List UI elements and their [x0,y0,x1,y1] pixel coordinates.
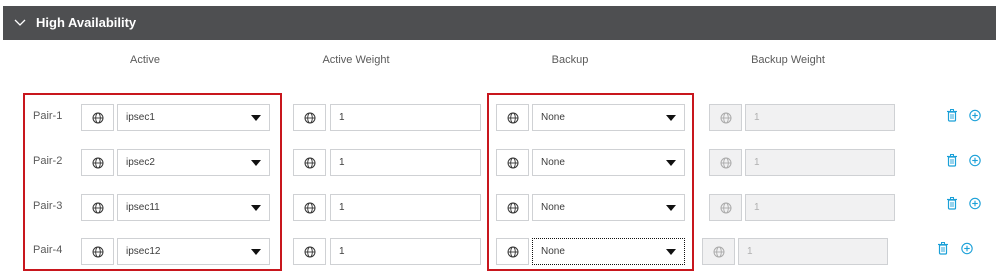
active-interface-select[interactable]: ipsec11 [117,194,270,221]
backup-weight-value: 1 [747,246,753,257]
dropdown-caret-icon [666,249,676,255]
pair-label: Pair-3 [33,200,63,212]
active-interface-value: ipsec12 [126,246,161,257]
backup-interface-value: None [541,246,565,257]
plus-circle-icon[interactable] [961,242,973,255]
backup-weight-value: 1 [754,112,760,123]
dropdown-caret-icon [251,249,261,255]
active-interface-select[interactable]: ipsec1 [117,104,270,131]
dropdown-caret-icon [666,205,676,211]
globe-icon [709,149,742,176]
column-header-active: Active [130,54,160,66]
backup-weight-input[interactable]: 1 [745,194,895,221]
plus-circle-icon[interactable] [969,109,981,122]
globe-icon [293,238,326,265]
trash-icon[interactable] [946,197,958,210]
column-header-backup-weight: Backup Weight [751,54,825,66]
dropdown-caret-icon [251,115,261,121]
active-weight-input[interactable]: 1 [330,104,481,131]
active-interface-value: ipsec11 [126,202,160,213]
globe-icon [293,104,326,131]
globe-icon [709,104,742,131]
backup-weight-input[interactable]: 1 [738,238,888,265]
dropdown-caret-icon [251,160,261,166]
backup-weight-input[interactable]: 1 [745,149,895,176]
backup-interface-select[interactable]: None [532,104,685,131]
globe-icon [496,104,529,131]
active-interface-select[interactable]: ipsec12 [117,238,270,265]
active-interface-value: ipsec1 [126,112,155,123]
globe-icon [496,194,529,221]
pair-label: Pair-4 [33,244,63,256]
plus-circle-icon[interactable] [969,197,981,210]
plus-circle-icon[interactable] [969,154,981,167]
backup-interface-select[interactable]: None [532,238,685,265]
backup-interface-value: None [541,202,565,213]
active-interface-select[interactable]: ipsec2 [117,149,270,176]
trash-icon[interactable] [946,154,958,167]
globe-icon [81,238,114,265]
backup-interface-select[interactable]: None [532,149,685,176]
backup-interface-select[interactable]: None [532,194,685,221]
dropdown-caret-icon [666,115,676,121]
active-weight-value: 1 [339,202,345,213]
globe-icon [702,238,735,265]
active-weight-input[interactable]: 1 [330,194,481,221]
globe-icon [81,194,114,221]
globe-icon [293,194,326,221]
section-title: High Availability [36,15,137,30]
trash-icon[interactable] [946,109,958,122]
dropdown-caret-icon [666,160,676,166]
trash-icon[interactable] [937,242,949,255]
active-weight-input[interactable]: 1 [330,149,481,176]
backup-weight-value: 1 [754,202,760,213]
globe-icon [81,104,114,131]
pair-label: Pair-2 [33,155,63,167]
section-header-high-availability[interactable]: High Availability [3,6,996,40]
active-weight-value: 1 [339,246,345,257]
backup-interface-value: None [541,157,565,168]
active-weight-value: 1 [339,157,345,168]
active-interface-value: ipsec2 [126,157,155,168]
column-header-backup: Backup [551,54,589,66]
globe-icon [709,194,742,221]
globe-icon [293,149,326,176]
globe-icon [496,238,529,265]
active-weight-input[interactable]: 1 [330,238,481,265]
dropdown-caret-icon [251,205,261,211]
active-weight-value: 1 [339,112,345,123]
backup-weight-input[interactable]: 1 [745,104,895,131]
globe-icon [496,149,529,176]
globe-icon [81,149,114,176]
backup-weight-value: 1 [754,157,760,168]
column-header-active-weight: Active Weight [322,54,390,66]
backup-interface-value: None [541,112,565,123]
pair-label: Pair-1 [33,110,63,122]
chevron-down-icon[interactable] [13,16,27,30]
